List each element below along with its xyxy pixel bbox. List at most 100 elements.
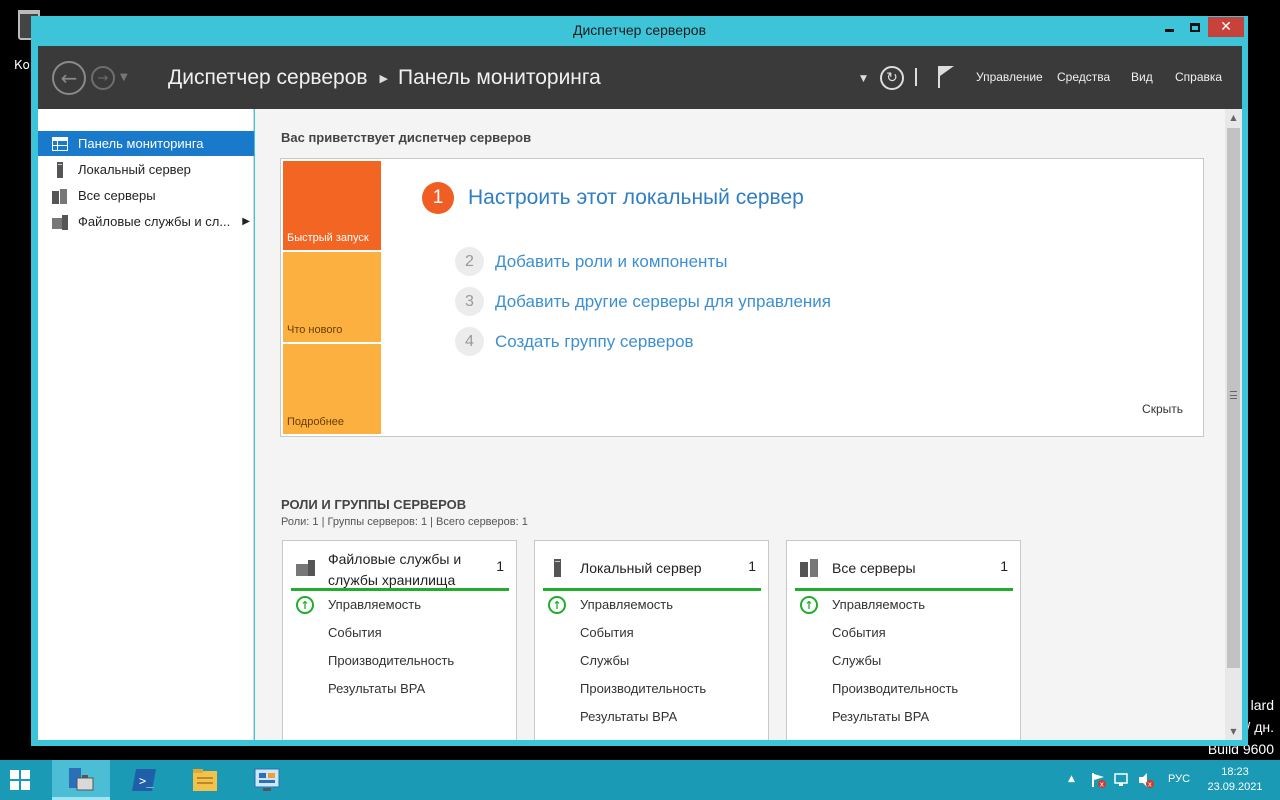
header-dropdown-icon[interactable]: ▼ bbox=[860, 74, 867, 84]
taskbar-server-manager[interactable] bbox=[52, 760, 110, 800]
sidebar-item-label: Локальный сервер bbox=[78, 162, 191, 177]
card-row-manageability[interactable]: Управляемость bbox=[580, 597, 673, 612]
arrow-right-icon: → bbox=[97, 70, 109, 86]
role-card-all-servers[interactable]: Все серверы 1 ↑ Управляемость События Сл… bbox=[786, 540, 1021, 740]
step-configure-local-server[interactable]: 1 Настроить этот локальный сервер bbox=[422, 182, 804, 214]
server-manager-window: Диспетчер серверов ✕ ← → ▼ Диспетчер сер… bbox=[31, 16, 1248, 746]
card-row-manageability[interactable]: Управляемость bbox=[328, 597, 421, 612]
show-hidden-icons-icon[interactable]: ▲ bbox=[1068, 774, 1075, 784]
close-button[interactable]: ✕ bbox=[1208, 17, 1244, 37]
arrow-left-icon: ← bbox=[60, 66, 78, 90]
sidebar-item-all-servers[interactable]: Все серверы bbox=[38, 183, 254, 208]
svg-text:x: x bbox=[1100, 781, 1104, 789]
hide-welcome-link[interactable]: Скрыть bbox=[1142, 402, 1183, 416]
forward-button[interactable]: → bbox=[91, 66, 115, 90]
notifications-flag-icon[interactable] bbox=[936, 64, 956, 88]
menu-view[interactable]: Вид bbox=[1131, 70, 1153, 84]
sidebar-item-label: Файловые службы и сл... bbox=[78, 214, 231, 229]
step-number-badge: 4 bbox=[455, 327, 484, 356]
step-number-badge: 1 bbox=[422, 182, 454, 214]
minimize-button[interactable] bbox=[1156, 17, 1182, 37]
scroll-up-icon[interactable]: ▲ bbox=[1225, 109, 1242, 126]
taskbar-explorer[interactable] bbox=[176, 760, 234, 800]
windows-start-icon[interactable] bbox=[10, 770, 30, 790]
header-divider bbox=[915, 68, 917, 86]
card-count: 1 bbox=[748, 558, 756, 574]
file-services-icon bbox=[296, 559, 316, 577]
watermark-line: lard bbox=[1250, 697, 1274, 713]
network-icon[interactable] bbox=[1114, 772, 1130, 788]
card-row-events[interactable]: События bbox=[832, 625, 886, 640]
card-row-services[interactable]: Службы bbox=[580, 653, 629, 668]
tile-learn-more[interactable]: Подробнее bbox=[283, 344, 381, 434]
sidebar-item-dashboard[interactable]: Панель мониторинга bbox=[38, 131, 254, 156]
role-card-file-services[interactable]: Файловые службы и службы хранилища 1 ↑ У… bbox=[282, 540, 517, 740]
volume-muted-icon[interactable]: x bbox=[1138, 772, 1154, 789]
card-row-events[interactable]: События bbox=[328, 625, 382, 640]
status-ok-icon: ↑ bbox=[548, 596, 566, 614]
card-row-manageability[interactable]: Управляемость bbox=[832, 597, 925, 612]
sidebar-item-file-services[interactable]: Файловые службы и сл... ▶ bbox=[38, 209, 254, 234]
menu-help[interactable]: Справка bbox=[1175, 70, 1222, 84]
title-bar[interactable]: Диспетчер серверов ✕ bbox=[31, 16, 1248, 46]
maximize-icon bbox=[1190, 22, 1200, 32]
tile-whats-new[interactable]: Что нового bbox=[283, 252, 381, 342]
step-add-servers[interactable]: 3 Добавить другие серверы для управления bbox=[455, 287, 831, 316]
step-link[interactable]: Настроить этот локальный сервер bbox=[468, 186, 804, 210]
file-services-icon bbox=[52, 214, 68, 230]
card-row-bpa[interactable]: Результаты BPA bbox=[328, 681, 425, 696]
scroll-down-icon[interactable]: ▼ bbox=[1225, 723, 1242, 740]
step-create-group[interactable]: 4 Создать группу серверов bbox=[455, 327, 694, 356]
powershell-icon: >_ bbox=[130, 767, 158, 793]
card-row-events[interactable]: События bbox=[580, 625, 634, 640]
card-title[interactable]: Все серверы bbox=[832, 558, 992, 579]
card-count: 1 bbox=[1000, 558, 1008, 574]
card-title[interactable]: Файловые службы и службы хранилища bbox=[328, 549, 488, 591]
refresh-button[interactable]: ↻ bbox=[880, 66, 904, 90]
status-bar bbox=[543, 588, 761, 591]
card-title[interactable]: Локальный сервер bbox=[580, 558, 740, 579]
server-icon bbox=[548, 559, 568, 577]
clock-date[interactable]: 23.09.2021 bbox=[1200, 781, 1270, 793]
card-row-performance[interactable]: Производительность bbox=[328, 653, 454, 668]
card-row-bpa[interactable]: Результаты BPA bbox=[832, 709, 929, 724]
taskbar-powershell[interactable]: >_ bbox=[115, 760, 173, 800]
menu-manage[interactable]: Управление bbox=[976, 70, 1043, 84]
scroll-thumb[interactable] bbox=[1227, 128, 1240, 668]
step-link[interactable]: Добавить роли и компоненты bbox=[495, 252, 727, 272]
server-icon bbox=[52, 161, 68, 178]
dashboard-content: Вас приветствует диспетчер серверов Быст… bbox=[255, 109, 1225, 740]
card-row-services[interactable]: Службы bbox=[832, 653, 881, 668]
maximize-button[interactable] bbox=[1182, 17, 1208, 37]
back-button[interactable]: ← bbox=[52, 61, 86, 95]
vertical-scrollbar[interactable]: ▲ ▼ bbox=[1225, 109, 1242, 740]
roles-summary: Роли: 1 | Группы серверов: 1 | Всего сер… bbox=[281, 516, 528, 528]
step-add-roles[interactable]: 2 Добавить роли и компоненты bbox=[455, 247, 727, 276]
card-row-performance[interactable]: Производительность bbox=[832, 681, 958, 696]
chevron-right-icon: ▶ bbox=[379, 72, 388, 85]
tile-quick-start[interactable]: Быстрый запуск bbox=[283, 161, 381, 250]
clock-time[interactable]: 18:23 bbox=[1200, 766, 1270, 778]
card-count: 1 bbox=[496, 558, 504, 574]
role-card-local-server[interactable]: Локальный сервер 1 ↑ Управляемость Событ… bbox=[534, 540, 769, 740]
menu-tools[interactable]: Средства bbox=[1057, 70, 1110, 84]
breadcrumb: Диспетчер серверов ▶ Панель мониторинга bbox=[168, 66, 601, 90]
card-row-performance[interactable]: Производительность bbox=[580, 681, 706, 696]
svg-text:>_: >_ bbox=[139, 774, 154, 788]
grip-icon bbox=[1230, 391, 1237, 399]
quick-start-panel: Быстрый запуск Что нового Подробнее 1 На… bbox=[280, 158, 1204, 437]
action-center-icon[interactable]: x bbox=[1090, 772, 1106, 789]
history-dropdown-icon[interactable]: ▼ bbox=[120, 72, 128, 83]
sidebar-item-local-server[interactable]: Локальный сервер bbox=[38, 157, 254, 182]
step-link[interactable]: Добавить другие серверы для управления bbox=[495, 292, 831, 312]
status-bar bbox=[291, 588, 509, 591]
chevron-right-icon[interactable]: ▶ bbox=[242, 216, 250, 227]
card-row-bpa[interactable]: Результаты BPA bbox=[580, 709, 677, 724]
taskbar-control-panel[interactable] bbox=[238, 760, 296, 800]
breadcrumb-current: Панель мониторинга bbox=[398, 66, 601, 89]
folder-icon bbox=[191, 767, 219, 793]
input-language[interactable]: РУС bbox=[1168, 773, 1190, 785]
breadcrumb-root[interactable]: Диспетчер серверов bbox=[168, 66, 368, 90]
roles-section-title: РОЛИ И ГРУППЫ СЕРВЕРОВ bbox=[281, 497, 467, 512]
step-link[interactable]: Создать группу серверов bbox=[495, 332, 694, 352]
